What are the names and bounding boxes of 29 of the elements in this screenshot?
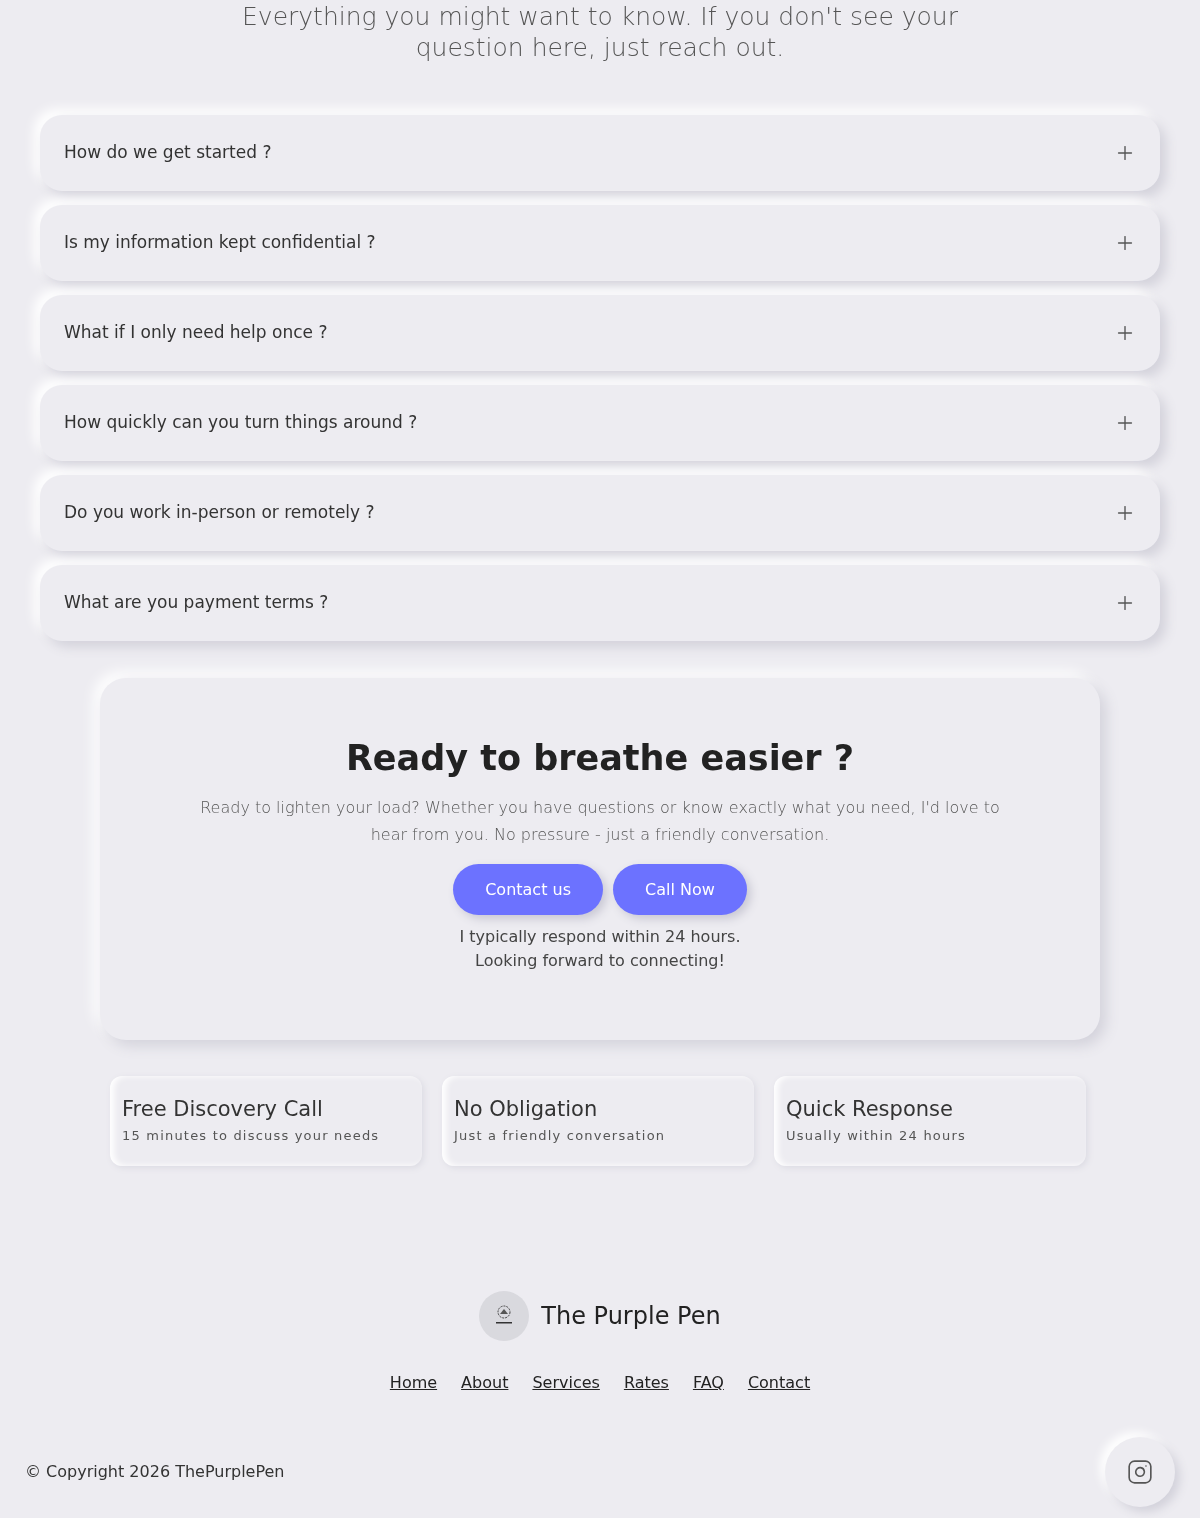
cta-text: Ready to lighten your load? Whether you have questions or know exactly what you need, I'd love to hear from you. No pressure - just a friendly conversation.: [200, 797, 1000, 846]
brand-name: The Purple Pen: [541, 1301, 721, 1332]
logo-icon: [479, 1291, 530, 1341]
feature-subtitle: 15 minutes to discuss your needs: [122, 1127, 381, 1145]
footer-link[interactable]: Services: [532, 1371, 600, 1395]
footer-link[interactable]: About: [461, 1371, 509, 1395]
footer-link[interactable]: Contact: [747, 1371, 811, 1395]
faq-item[interactable]: How do we get started ?: [40, 115, 1160, 191]
faq-item[interactable]: What if I only need help once ?: [40, 295, 1160, 371]
feature-subtitle: Usually within 24 hours: [786, 1127, 967, 1145]
instagram-icon: [1127, 1459, 1153, 1485]
feature-subtitle: Just a friendly conversation: [454, 1127, 667, 1145]
footer-link[interactable]: FAQ: [692, 1371, 724, 1395]
feature-title: No Obligation: [454, 1096, 599, 1122]
faq-item[interactable]: What are you payment terms ?: [40, 565, 1160, 641]
faq-item[interactable]: Do you work in-person or remotely ?: [40, 475, 1160, 551]
faq-item[interactable]: Is my information kept confidential ?: [40, 205, 1160, 281]
intro-text: Everything you might want to know. If you don't see your question here, just reach out.: [241, 1, 959, 63]
cta-button[interactable]: Call Now: [613, 864, 747, 915]
feature-title: Quick Response: [786, 1096, 954, 1122]
copyright-text: © Copyright 2026 ThePurplePen: [25, 1461, 285, 1483]
note-text: Looking forward to connecting!: [475, 950, 725, 972]
feature-title: Free Discovery Call: [122, 1096, 324, 1122]
note-text: I typically respond within 24 hours.: [459, 926, 741, 948]
footer-link[interactable]: Rates: [623, 1371, 669, 1395]
cta-button[interactable]: Contact us: [453, 864, 603, 915]
footer-link[interactable]: Home: [389, 1371, 438, 1395]
cta-title: Ready to breathe easier ?: [345, 737, 855, 780]
faq-item[interactable]: How quickly can you turn things around ?: [40, 385, 1160, 461]
